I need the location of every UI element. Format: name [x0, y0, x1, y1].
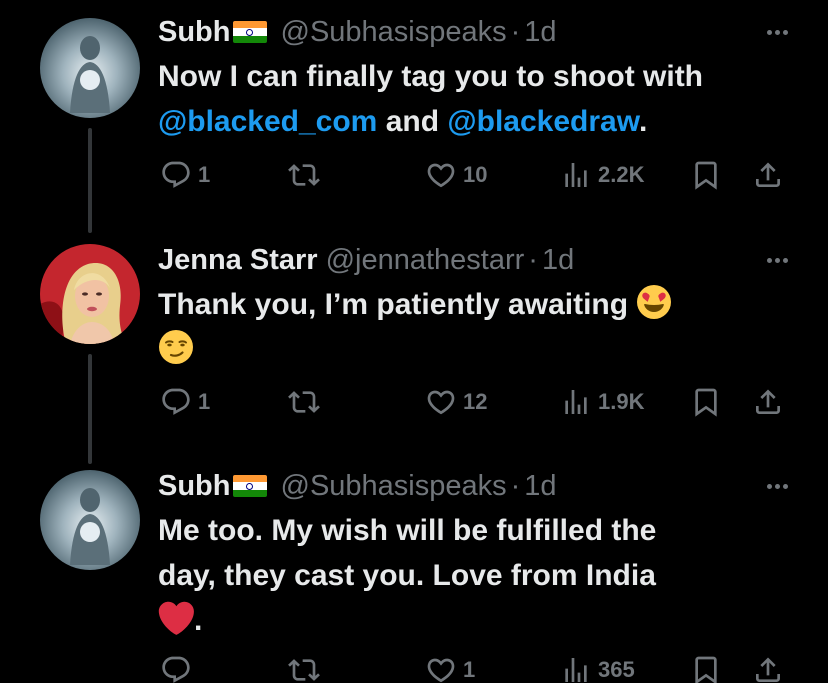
- share-button[interactable]: [752, 155, 784, 195]
- action-bar: 1 12 1.9K: [0, 382, 828, 422]
- like-button[interactable]: 1: [425, 650, 475, 683]
- bookmark-icon: [690, 159, 722, 191]
- tweet-text: Me too. My wish will be fulfilled the da…: [158, 508, 788, 643]
- tweet-header: Subh @Subhasispeaks · 1d: [158, 468, 788, 504]
- display-name[interactable]: Subh: [158, 16, 231, 49]
- views-icon: [560, 159, 592, 191]
- heart-eyes-emoji: [636, 284, 672, 320]
- share-icon: [752, 654, 784, 683]
- user-handle[interactable]: @Subhasispeaks: [281, 16, 507, 49]
- mention-link[interactable]: @blacked_com: [158, 105, 377, 138]
- view-count: 365: [598, 657, 635, 682]
- retweet-button[interactable]: [288, 650, 326, 683]
- heart-icon: [425, 386, 457, 418]
- mention-link[interactable]: @blackedraw: [447, 105, 639, 138]
- india-flag-icon: [232, 21, 267, 43]
- tweet-text: Now I can finally tag you to shoot with …: [158, 54, 788, 144]
- text-segment: day, they cast you. Love from India: [158, 559, 656, 592]
- text-segment: Thank you, I’m patiently awaiting: [158, 288, 629, 321]
- tweet-text: Thank you, I’m patiently awaiting: [158, 282, 788, 372]
- separator-dot: ·: [510, 15, 521, 48]
- view-count: 2.2K: [598, 162, 645, 187]
- tweet-header: Jenna Starr @jennathestarr · 1d: [158, 242, 788, 278]
- reply-icon: [160, 159, 192, 191]
- tweet-header: Subh @Subhasispeaks · 1d: [158, 14, 788, 50]
- view-count: 1.9K: [598, 389, 645, 414]
- reply-button[interactable]: [160, 650, 198, 683]
- display-name[interactable]: Subh: [158, 470, 231, 503]
- avatar[interactable]: [40, 470, 140, 570]
- bookmark-button[interactable]: [690, 155, 722, 195]
- share-button[interactable]: [752, 650, 784, 683]
- reply-icon: [160, 386, 192, 418]
- like-button[interactable]: 10: [425, 155, 487, 195]
- share-icon: [752, 159, 784, 191]
- more-icon[interactable]: [748, 14, 788, 50]
- reply-button[interactable]: 1: [160, 382, 210, 422]
- views-button[interactable]: 2.2K: [560, 155, 644, 195]
- text-segment: .: [194, 604, 203, 637]
- user-handle[interactable]: @Subhasispeaks: [281, 470, 507, 503]
- reply-count: 1: [198, 162, 211, 187]
- timestamp[interactable]: 1d: [524, 16, 556, 49]
- bookmark-icon: [690, 386, 722, 418]
- retweet-icon: [288, 386, 320, 418]
- user-handle[interactable]: @jennathestarr: [326, 244, 525, 277]
- reply-count: 1: [198, 389, 211, 414]
- text-segment: and: [377, 105, 448, 138]
- heart-icon: [425, 654, 457, 683]
- text-segment: Me too. My wish will be fulfilled the: [158, 514, 657, 547]
- avatar[interactable]: [40, 244, 140, 344]
- smirk-emoji: [158, 329, 194, 365]
- reply-icon: [160, 654, 192, 683]
- tweet-2[interactable]: Jenna Starr @jennathestarr · 1d Thank yo…: [0, 232, 828, 464]
- share-icon: [752, 386, 784, 418]
- retweet-icon: [288, 159, 320, 191]
- text-segment: .: [638, 105, 648, 138]
- retweet-icon: [288, 654, 320, 683]
- action-bar: 1 10 2.2K: [0, 155, 828, 195]
- bookmark-button[interactable]: [690, 650, 722, 683]
- timestamp[interactable]: 1d: [524, 470, 556, 503]
- reply-button[interactable]: 1: [160, 155, 210, 195]
- retweet-button[interactable]: [288, 382, 326, 422]
- tweet-3[interactable]: Subh @Subhasispeaks · 1d Me too. My wish…: [0, 458, 828, 683]
- views-icon: [560, 654, 592, 683]
- heart-icon: [425, 159, 457, 191]
- more-icon[interactable]: [748, 468, 788, 504]
- share-button[interactable]: [752, 382, 784, 422]
- like-count: 1: [463, 657, 476, 682]
- like-count: 10: [463, 162, 488, 187]
- text-segment: Now I can finally tag you to shoot with: [158, 60, 704, 93]
- like-button[interactable]: 12: [425, 382, 487, 422]
- more-icon[interactable]: [748, 242, 788, 278]
- display-name[interactable]: Jenna Starr: [158, 244, 318, 277]
- timestamp[interactable]: 1d: [542, 244, 574, 277]
- avatar[interactable]: [40, 18, 140, 118]
- bookmark-icon: [690, 654, 722, 683]
- action-bar: 1 365: [0, 650, 828, 683]
- tweet-1[interactable]: Subh @Subhasispeaks · 1d Now I can final…: [0, 0, 828, 233]
- red-heart-emoji: [158, 600, 194, 636]
- like-count: 12: [463, 389, 488, 414]
- views-icon: [560, 386, 592, 418]
- separator-dot: ·: [510, 469, 521, 502]
- india-flag-icon: [232, 475, 267, 497]
- separator-dot: ·: [528, 243, 538, 276]
- views-button[interactable]: 365: [560, 650, 635, 683]
- bookmark-button[interactable]: [690, 382, 722, 422]
- retweet-button[interactable]: [288, 155, 326, 195]
- views-button[interactable]: 1.9K: [560, 382, 644, 422]
